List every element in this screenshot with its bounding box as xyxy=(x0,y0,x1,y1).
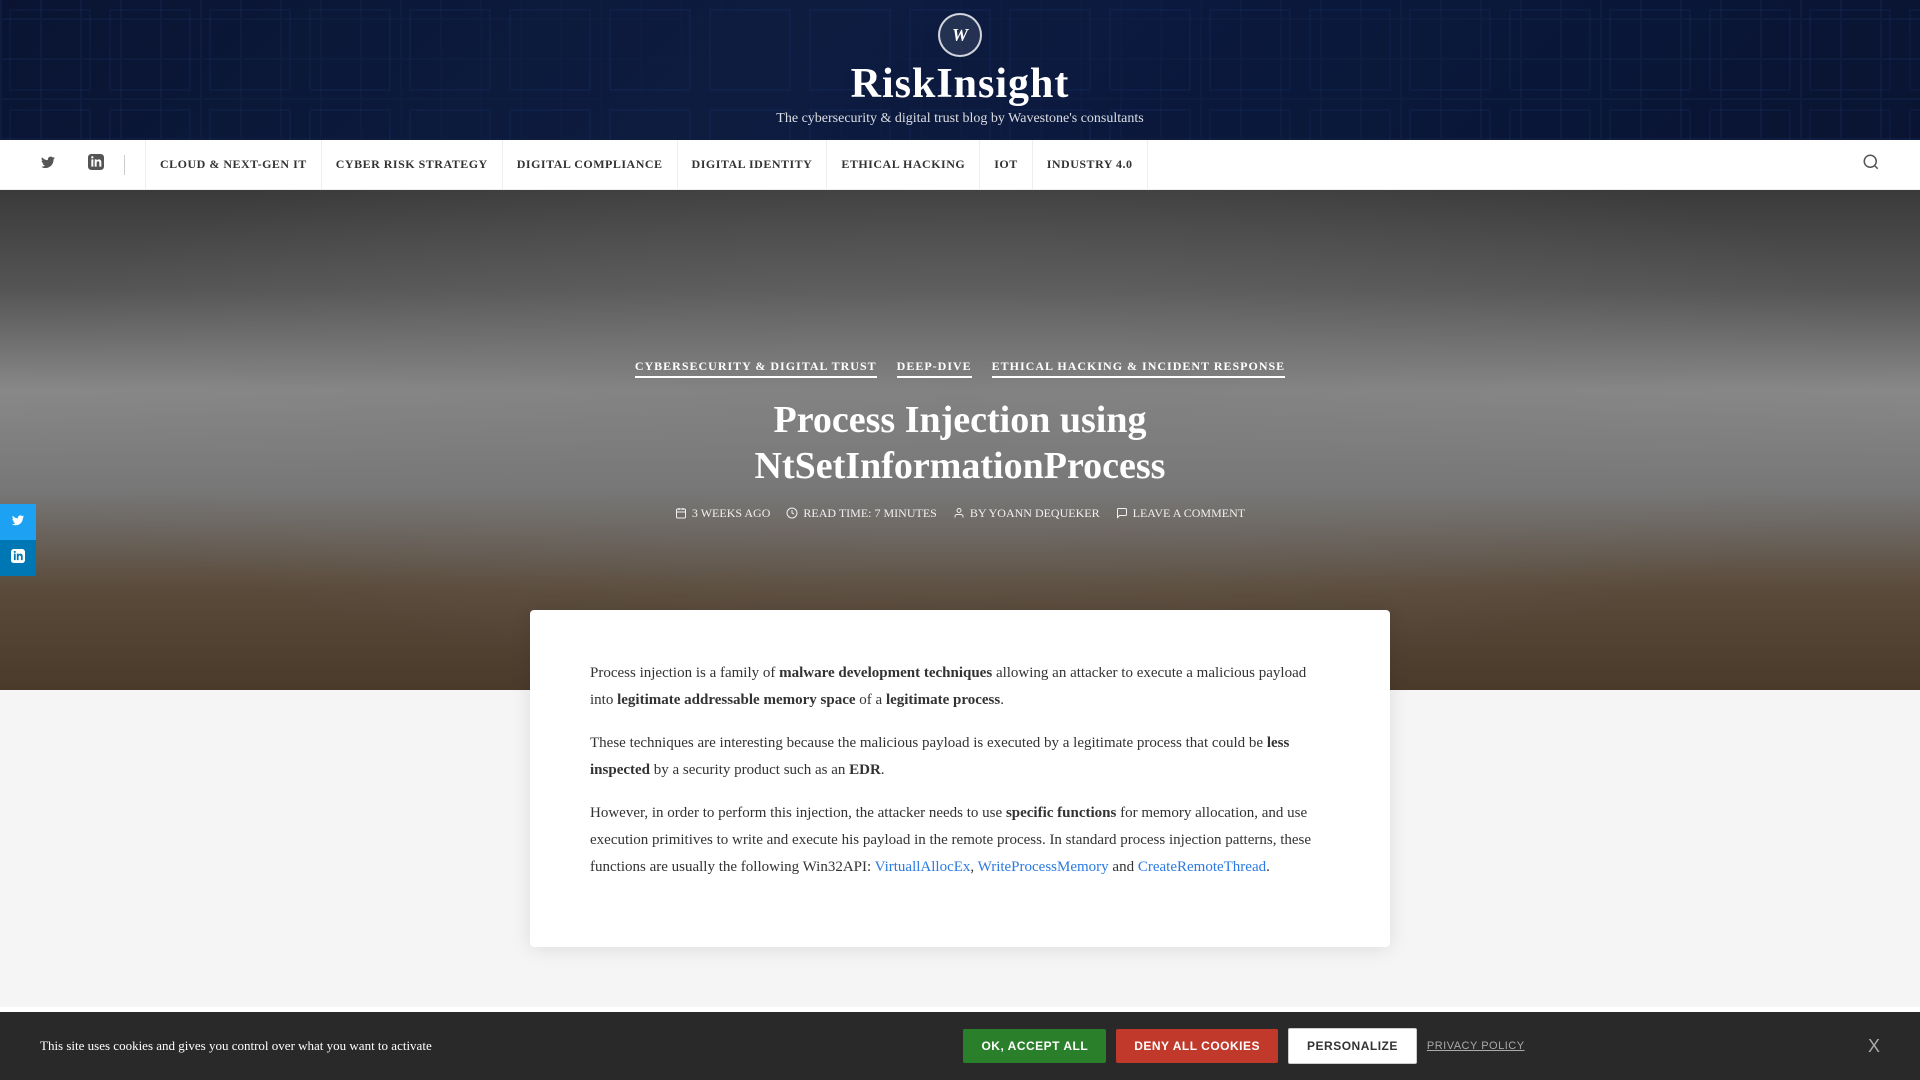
cookie-actions: OK, ACCEPT ALL DENY ALL COOKIES PERSONAL… xyxy=(963,1028,1524,1064)
article-paragraph-3: However, in order to perform this inject… xyxy=(590,800,1330,881)
article-date: 3 WEEKS AGO xyxy=(675,506,770,521)
calendar-icon xyxy=(675,507,687,519)
article-read-time: READ TIME: 7 MINUTES xyxy=(786,506,936,521)
article-content: Process injection is a family of malware… xyxy=(530,610,1390,947)
article-paragraph-2: These techniques are interesting because… xyxy=(590,730,1330,784)
link-create-remote-thread[interactable]: CreateRemoteThread xyxy=(1138,859,1266,875)
linkedin-share-button[interactable] xyxy=(0,540,36,576)
nav-cloud[interactable]: CLOUD & NEXT-GEN IT xyxy=(145,140,322,190)
article-author: BY YOANN DEQUEKER xyxy=(953,506,1100,521)
site-title: RiskInsight xyxy=(851,63,1070,105)
accept-cookies-button[interactable]: OK, ACCEPT ALL xyxy=(963,1029,1106,1063)
comment-icon xyxy=(1116,507,1128,519)
link-write-process[interactable]: WriteProcessMemory xyxy=(978,859,1109,875)
linkedin-icon xyxy=(88,154,104,175)
hero-meta: 3 WEEKS AGO READ TIME: 7 MINUTES BY YOAN… xyxy=(675,506,1245,521)
hero-cat-ethical-hacking[interactable]: ETHICAL HACKING & INCIDENT RESPONSE xyxy=(992,359,1286,378)
nav-links: CLOUD & NEXT-GEN IT CYBER RISK STRATEGY … xyxy=(145,140,1862,190)
twitter-share-icon xyxy=(11,513,25,532)
nav-linkedin-link[interactable] xyxy=(88,154,104,175)
nav-twitter-link[interactable] xyxy=(40,154,56,175)
nav-divider xyxy=(124,155,125,175)
site-header: W RiskInsight The cybersecurity & digita… xyxy=(0,0,1920,140)
site-logo[interactable]: W xyxy=(938,13,982,57)
article-comment[interactable]: LEAVE A COMMENT xyxy=(1116,506,1245,521)
cookie-close-button[interactable]: X xyxy=(1868,1036,1880,1057)
article-title: Process Injection using NtSetInformation… xyxy=(610,398,1310,489)
link-virtual-alloc[interactable]: VirtuallAllocEx xyxy=(875,859,971,875)
social-sidebar xyxy=(0,504,36,576)
article-paragraph-1: Process injection is a family of malware… xyxy=(590,660,1330,714)
privacy-policy-link[interactable]: PRIVACY POLICY xyxy=(1427,1040,1525,1052)
main-nav: CLOUD & NEXT-GEN IT CYBER RISK STRATEGY … xyxy=(0,140,1920,190)
deny-cookies-button[interactable]: DENY ALL COOKIES xyxy=(1116,1029,1278,1063)
nav-social xyxy=(40,154,104,175)
linkedin-share-icon xyxy=(11,549,25,568)
cookie-banner: This site uses cookies and gives you con… xyxy=(0,1012,1920,1080)
site-subtitle: The cybersecurity & digital trust blog b… xyxy=(776,111,1143,127)
nav-industry[interactable]: INDUSTRY 4.0 xyxy=(1033,140,1148,190)
nav-digital-compliance[interactable]: DIGITAL COMPLIANCE xyxy=(503,140,678,190)
nav-digital-identity[interactable]: DIGITAL IDENTITY xyxy=(678,140,828,190)
clock-icon xyxy=(786,507,798,519)
nav-cyber-risk[interactable]: CYBER RISK STRATEGY xyxy=(322,140,503,190)
nav-iot[interactable]: IOT xyxy=(980,140,1033,190)
hero-categories: CYBERSECURITY & DIGITAL TRUST DEEP-DIVE … xyxy=(635,359,1285,378)
hero-cat-cybersecurity[interactable]: CYBERSECURITY & DIGITAL TRUST xyxy=(635,359,877,378)
personalize-cookies-button[interactable]: PERSONALIZE xyxy=(1288,1028,1417,1064)
search-icon[interactable] xyxy=(1862,153,1880,176)
article-body: Process injection is a family of malware… xyxy=(590,660,1330,881)
hero-cat-deep-dive[interactable]: DEEP-DIVE xyxy=(897,359,972,378)
logo-letter: W xyxy=(952,25,968,46)
cookie-message: This site uses cookies and gives you con… xyxy=(40,1038,640,1054)
nav-ethical-hacking[interactable]: ETHICAL HACKING xyxy=(827,140,980,190)
twitter-share-button[interactable] xyxy=(0,504,36,540)
twitter-icon xyxy=(40,154,56,175)
user-icon xyxy=(953,507,965,519)
